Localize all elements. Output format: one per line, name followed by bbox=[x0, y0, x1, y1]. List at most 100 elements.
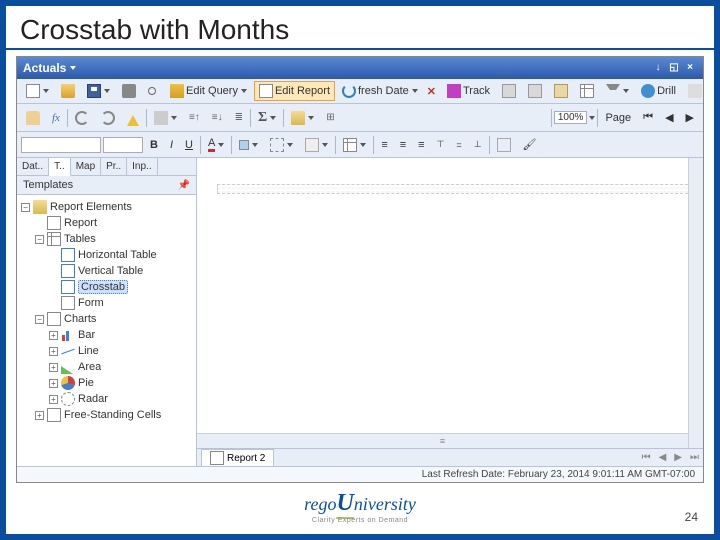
bold-button[interactable]: B bbox=[145, 136, 163, 154]
wrap-text-button[interactable] bbox=[492, 135, 516, 155]
edit-report-button[interactable]: Edit Report bbox=[254, 81, 335, 101]
slide-number: 24 bbox=[685, 510, 698, 524]
align-left-button[interactable]: ≡ bbox=[376, 136, 392, 154]
track-button[interactable]: Track bbox=[442, 81, 495, 101]
statusbar: Last Refresh Date: February 23, 2014 9:0… bbox=[17, 466, 703, 482]
tree-horizontal-table[interactable]: Horizontal Table bbox=[19, 247, 194, 263]
tree-bar[interactable]: +Bar bbox=[19, 327, 194, 343]
drill-button[interactable]: Drill bbox=[636, 81, 681, 101]
tree-form[interactable]: Form bbox=[19, 295, 194, 311]
tree-charts[interactable]: −Charts bbox=[19, 311, 194, 327]
main-toolbar: Edit Query Edit Report fresh Date ✕ Trac… bbox=[17, 79, 703, 104]
report-page-area bbox=[217, 184, 693, 194]
next-page-button[interactable]: ▶ bbox=[681, 108, 699, 127]
break-button[interactable]: ≣ bbox=[230, 109, 248, 126]
panel-header: Templates 📌 bbox=[17, 176, 196, 195]
outline-button[interactable]: ⊞ bbox=[321, 109, 339, 126]
more-button[interactable] bbox=[683, 81, 703, 101]
open-button[interactable] bbox=[56, 81, 80, 101]
copy-button[interactable] bbox=[497, 81, 521, 101]
print-button[interactable] bbox=[117, 81, 141, 101]
cancel-icon[interactable]: ✕ bbox=[425, 85, 438, 98]
tree-radar[interactable]: +Radar bbox=[19, 391, 194, 407]
tree-vertical-table[interactable]: Vertical Table bbox=[19, 263, 194, 279]
report-tab-icon bbox=[210, 451, 224, 465]
secondary-toolbar: fx ≡↑ ≡↓ ≣ Σ ⊞ 100% Page ⏮ ◀ ▶ bbox=[17, 104, 703, 132]
templates-tree: −Report Elements Report −Tables Horizont… bbox=[17, 195, 196, 466]
refresh-data-button[interactable]: fresh Date bbox=[337, 81, 423, 101]
redo-button[interactable] bbox=[96, 108, 120, 128]
report-tab-strip: Report 2 ⏮ ◀ ▶ ⏭ bbox=[197, 448, 703, 466]
format-toolbar: B I U A ≡ ≡ ≡ ⊤ = ⊥ 🖌 bbox=[17, 132, 703, 158]
font-color-button[interactable]: A bbox=[203, 134, 229, 155]
data-button[interactable] bbox=[575, 81, 599, 101]
tab-properties[interactable]: Pr.. bbox=[101, 158, 127, 175]
title-dropdown-icon[interactable] bbox=[70, 66, 76, 70]
vertical-scrollbar[interactable] bbox=[688, 158, 703, 448]
view-structure-button[interactable] bbox=[149, 108, 182, 128]
restore-button[interactable]: ◱ bbox=[667, 61, 681, 75]
alert-button[interactable] bbox=[122, 106, 144, 129]
panel-tabs: Dat.. T.. Map Pr.. Inp.. bbox=[17, 158, 196, 176]
underline-button[interactable]: U bbox=[180, 136, 198, 154]
close-button[interactable]: × bbox=[683, 61, 697, 75]
minimize-button[interactable]: ↓ bbox=[651, 61, 665, 75]
paste-button[interactable] bbox=[523, 81, 547, 101]
pin-icon[interactable]: 📌 bbox=[178, 180, 190, 191]
tree-line[interactable]: +Line bbox=[19, 343, 194, 359]
tree-freestanding[interactable]: +Free-Standing Cells bbox=[19, 407, 194, 423]
merge-button[interactable] bbox=[338, 135, 371, 155]
save-button[interactable] bbox=[82, 81, 115, 101]
edit-query-button[interactable]: Edit Query bbox=[165, 81, 252, 101]
clear-format-button[interactable] bbox=[300, 135, 333, 155]
window-title: Actuals bbox=[23, 61, 66, 75]
workspace: Dat.. T.. Map Pr.. Inp.. Templates 📌 −Re… bbox=[17, 158, 703, 466]
format-painter-button[interactable]: 🖌 bbox=[518, 135, 542, 154]
footer-logo: regoUniversity Clarity Experts on Demand bbox=[304, 490, 416, 524]
tab-nav-prev[interactable]: ◀ bbox=[655, 452, 671, 463]
tree-pie[interactable]: +Pie bbox=[19, 375, 194, 391]
insert-button[interactable] bbox=[286, 108, 319, 128]
first-page-button[interactable]: ⏮ bbox=[638, 108, 658, 127]
pointer-button[interactable] bbox=[21, 108, 45, 128]
sort-button[interactable]: ≡↓ bbox=[207, 109, 228, 126]
align-center-button[interactable]: ≡ bbox=[395, 136, 411, 154]
formula-toggle-button[interactable]: fx bbox=[47, 109, 65, 127]
align-bottom-button[interactable]: ⊥ bbox=[469, 136, 487, 153]
tree-crosstab[interactable]: Crosstab bbox=[19, 279, 194, 295]
zoom-select[interactable]: 100% bbox=[554, 111, 596, 124]
tab-input[interactable]: Inp.. bbox=[127, 158, 157, 175]
tab-nav-last[interactable]: ⏭ bbox=[686, 452, 703, 463]
prev-page-button[interactable]: ◀ bbox=[660, 108, 678, 127]
align-right-button[interactable]: ≡ bbox=[413, 136, 429, 154]
tab-templates[interactable]: T.. bbox=[49, 158, 71, 176]
rank-button[interactable]: ≡↑ bbox=[184, 109, 205, 126]
find-button[interactable] bbox=[143, 84, 161, 98]
new-doc-button[interactable] bbox=[21, 81, 54, 101]
italic-button[interactable]: I bbox=[165, 136, 178, 154]
horizontal-scrollbar[interactable]: ≡ bbox=[197, 433, 688, 448]
report-canvas[interactable]: ≡ Report 2 ⏮ ◀ ▶ ⏭ bbox=[197, 158, 703, 466]
window-titlebar: Actuals ↓ ◱ × bbox=[17, 57, 703, 79]
align-top-button[interactable]: ⊤ bbox=[432, 136, 450, 153]
undo-button[interactable] bbox=[70, 108, 94, 128]
tree-tables[interactable]: −Tables bbox=[19, 231, 194, 247]
tree-area[interactable]: +Area bbox=[19, 359, 194, 375]
tab-nav-next[interactable]: ▶ bbox=[670, 452, 686, 463]
tab-data[interactable]: Dat.. bbox=[17, 158, 49, 175]
tab-nav-first[interactable]: ⏮ bbox=[638, 452, 655, 463]
tree-report[interactable]: Report bbox=[19, 215, 194, 231]
clipboard-button[interactable] bbox=[549, 81, 573, 101]
panel-title: Templates bbox=[23, 179, 73, 191]
tree-report-elements[interactable]: −Report Elements bbox=[19, 199, 194, 215]
calc-button[interactable]: Σ bbox=[253, 107, 281, 129]
page-nav: Page bbox=[600, 109, 636, 127]
tab-map[interactable]: Map bbox=[71, 158, 101, 175]
filter-button[interactable] bbox=[601, 81, 634, 101]
align-middle-button[interactable]: = bbox=[451, 137, 466, 153]
font-size-select[interactable] bbox=[103, 137, 143, 153]
report-tab[interactable]: Report 2 bbox=[201, 449, 274, 466]
font-family-select[interactable] bbox=[21, 137, 101, 153]
fill-color-button[interactable] bbox=[234, 137, 263, 153]
border-button[interactable] bbox=[265, 135, 298, 155]
